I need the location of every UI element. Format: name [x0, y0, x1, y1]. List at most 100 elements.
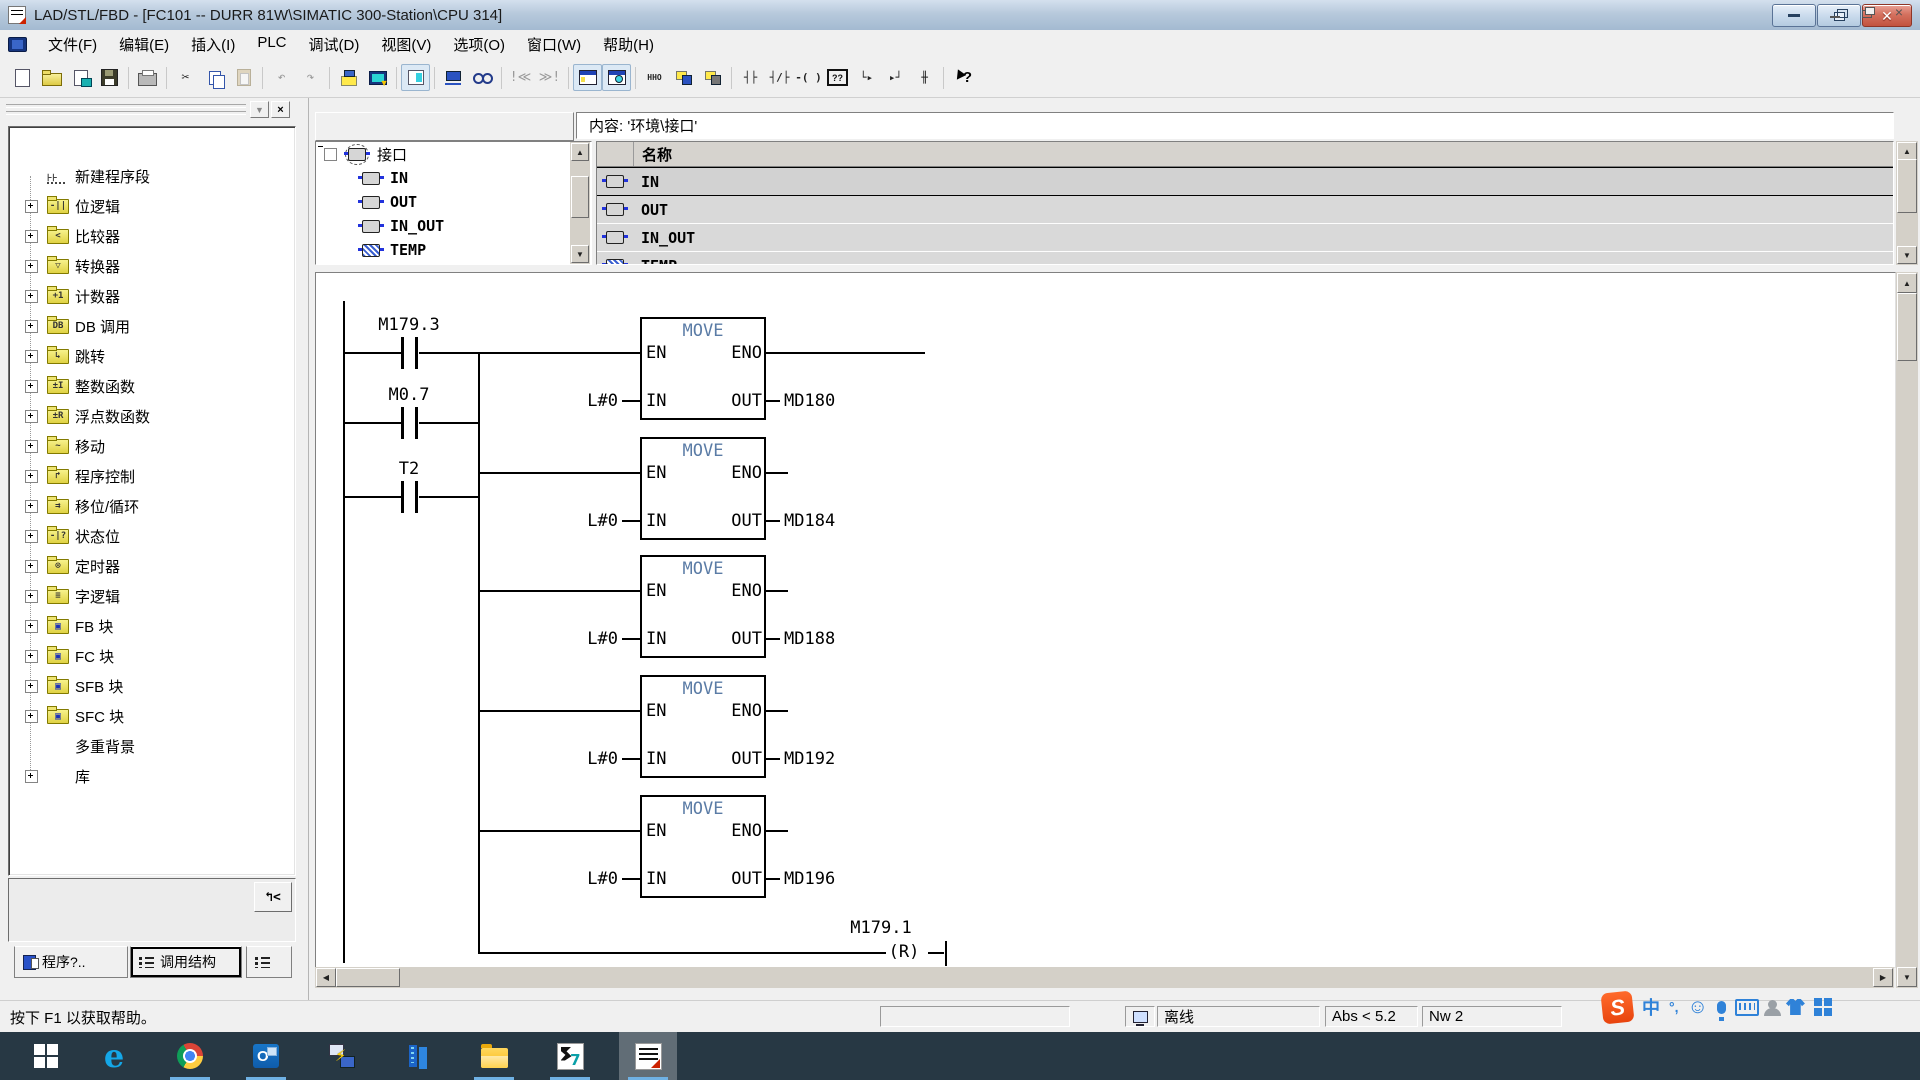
taskbar-chrome-icon[interactable] — [161, 1032, 219, 1080]
scroll-up-icon[interactable]: ▲ — [1897, 273, 1917, 293]
cut-button[interactable]: ✂ — [171, 64, 200, 91]
microphone-icon[interactable] — [1717, 1001, 1726, 1014]
mdi-close-button[interactable]: × — [1888, 2, 1910, 22]
palette-item-17[interactable]: ▣FC 块 — [9, 641, 295, 671]
expand-icon[interactable] — [25, 710, 38, 723]
palette-item-10[interactable]: ~移动 — [9, 431, 295, 461]
open-branch-button[interactable]: └▸ — [852, 64, 881, 91]
palette-item-14[interactable]: ⊙定时器 — [9, 551, 295, 581]
expand-icon[interactable] — [25, 410, 38, 423]
assign-symbol-button[interactable] — [439, 64, 468, 91]
expand-icon[interactable] — [25, 620, 38, 633]
ladder-vertical-scrollbar[interactable]: ▲ ▼ — [1896, 272, 1918, 988]
insert-branch-button[interactable]: ╫ — [910, 64, 939, 91]
palette-item-13[interactable]: -|?状态位 — [9, 521, 295, 551]
expand-icon[interactable] — [25, 500, 38, 513]
monitor-button[interactable] — [468, 64, 497, 91]
emoji-icon[interactable]: ☺ — [1688, 996, 1708, 1019]
overview-button[interactable]: ↰< — [254, 882, 292, 912]
contact-M0.7[interactable] — [401, 407, 404, 439]
save-settings-button[interactable] — [66, 64, 95, 91]
output-operand[interactable]: MD184 — [784, 511, 894, 531]
scroll-up-icon[interactable]: ▲ — [571, 143, 589, 161]
menu-item-8[interactable]: 窗口(W) — [516, 31, 592, 58]
minimize-button[interactable] — [1772, 4, 1816, 27]
output-operand[interactable]: MD188 — [784, 629, 894, 649]
scroll-down-icon[interactable]: ▼ — [1897, 246, 1917, 264]
reset-coil[interactable]: (R) — [872, 942, 936, 962]
palette-item-2[interactable]: -||位逻辑 — [9, 191, 295, 221]
menu-item-9[interactable]: 帮助(H) — [592, 31, 665, 58]
soft-keyboard-icon[interactable] — [1735, 999, 1759, 1016]
network-on-button[interactable] — [669, 64, 698, 91]
palette-item-6[interactable]: DBDB 调用 — [9, 311, 295, 341]
interface-table-row-TEMP[interactable]: TEMP — [597, 252, 1893, 265]
taskbar-lad-editor-icon[interactable] — [619, 1032, 677, 1080]
input-operand[interactable]: L#0 — [550, 511, 618, 531]
scroll-down-icon[interactable]: ▼ — [1897, 967, 1917, 987]
expand-icon[interactable] — [25, 230, 38, 243]
menu-item-3[interactable]: 插入(I) — [180, 31, 246, 58]
insert-contact-no-button[interactable]: ┤├ — [736, 64, 765, 91]
palette-dropdown-button[interactable]: ▼ — [250, 101, 269, 118]
print-button[interactable] — [133, 64, 162, 91]
sogou-logo-icon[interactable]: S — [1600, 990, 1634, 1024]
contact-M179.3[interactable] — [401, 337, 404, 369]
palette-item-5[interactable]: +1计数器 — [9, 281, 295, 311]
scroll-right-icon[interactable]: ▶ — [1873, 968, 1893, 987]
insert-empty-box-button[interactable]: ?? — [823, 64, 852, 91]
palette-item-19[interactable]: ▣SFC 块 — [9, 701, 295, 731]
palette-item-21[interactable]: 库 — [9, 761, 295, 791]
interface-tree-item-IN[interactable]: IN — [316, 166, 591, 190]
scroll-up-icon[interactable]: ▲ — [1897, 142, 1917, 160]
menu-item-5[interactable]: 调试(D) — [298, 31, 371, 58]
toolbox-icon[interactable] — [1814, 998, 1822, 1006]
insert-contact-nc-button[interactable]: ┤/├ — [765, 64, 794, 91]
tab-程序?..[interactable]: 程序?.. — [14, 946, 128, 978]
palette-item-12[interactable]: ⇉移位/循环 — [9, 491, 295, 521]
taskbar-step7-icon[interactable] — [541, 1032, 599, 1080]
output-operand[interactable]: MD180 — [784, 391, 894, 411]
new-button[interactable] — [8, 64, 37, 91]
mdi-restore-button[interactable] — [1856, 2, 1878, 22]
monitor-variable-button[interactable] — [363, 64, 392, 91]
contact-M0.7[interactable] — [415, 407, 418, 439]
interface-tree-root[interactable]: 接口 — [316, 142, 591, 166]
palette-close-button[interactable]: × — [271, 101, 290, 118]
ime-chinese-mode-icon[interactable]: 中 — [1642, 994, 1660, 1020]
interface-table-row-IN[interactable]: IN — [597, 167, 1893, 196]
palette-item-18[interactable]: ▣SFB 块 — [9, 671, 295, 701]
palette-gripper[interactable] — [6, 104, 246, 115]
palette-item-16[interactable]: ▣FB 块 — [9, 611, 295, 641]
interface-tree-scrollbar[interactable]: ▲ ▼ — [570, 142, 590, 264]
save-button[interactable] — [95, 64, 124, 91]
view-program-elements-button[interactable] — [573, 64, 602, 91]
expand-icon[interactable] — [25, 350, 38, 363]
taskbar-simatic-manager-icon[interactable] — [389, 1032, 447, 1080]
interface-table-row-IN_OUT[interactable]: IN_OUT — [597, 224, 1893, 252]
open-button[interactable] — [37, 64, 66, 91]
contact-T2[interactable] — [401, 481, 404, 513]
palette-item-11[interactable]: ↱程序控制 — [9, 461, 295, 491]
palette-item-20[interactable]: 多重背景 — [9, 731, 295, 761]
mdi-minimize-button[interactable] — [1824, 2, 1846, 22]
menu-item-6[interactable]: 视图(V) — [370, 31, 442, 58]
palette-item-7[interactable]: ↳跳转 — [9, 341, 295, 371]
output-operand[interactable]: MD196 — [784, 869, 894, 889]
tab-list[interactable] — [246, 946, 292, 978]
taskbar-plc-adapter-icon[interactable]: ⚡ — [313, 1032, 371, 1080]
output-operand[interactable]: MD192 — [784, 749, 894, 769]
expand-icon[interactable] — [25, 560, 38, 573]
palette-item-8[interactable]: ±I整数函数 — [9, 371, 295, 401]
expand-icon[interactable] — [25, 470, 38, 483]
palette-item-3[interactable]: <比较器 — [9, 221, 295, 251]
input-operand[interactable]: L#0 — [550, 629, 618, 649]
palette-item-4[interactable]: ▽转换器 — [9, 251, 295, 281]
contact-M179.3[interactable] — [415, 337, 418, 369]
view-overview-button[interactable] — [602, 64, 631, 91]
menu-item-7[interactable]: 选项(O) — [442, 31, 516, 58]
expand-icon[interactable] — [25, 200, 38, 213]
input-operand[interactable]: L#0 — [550, 391, 618, 411]
symbolic-representation-button[interactable] — [401, 64, 430, 91]
expand-icon[interactable] — [25, 530, 38, 543]
